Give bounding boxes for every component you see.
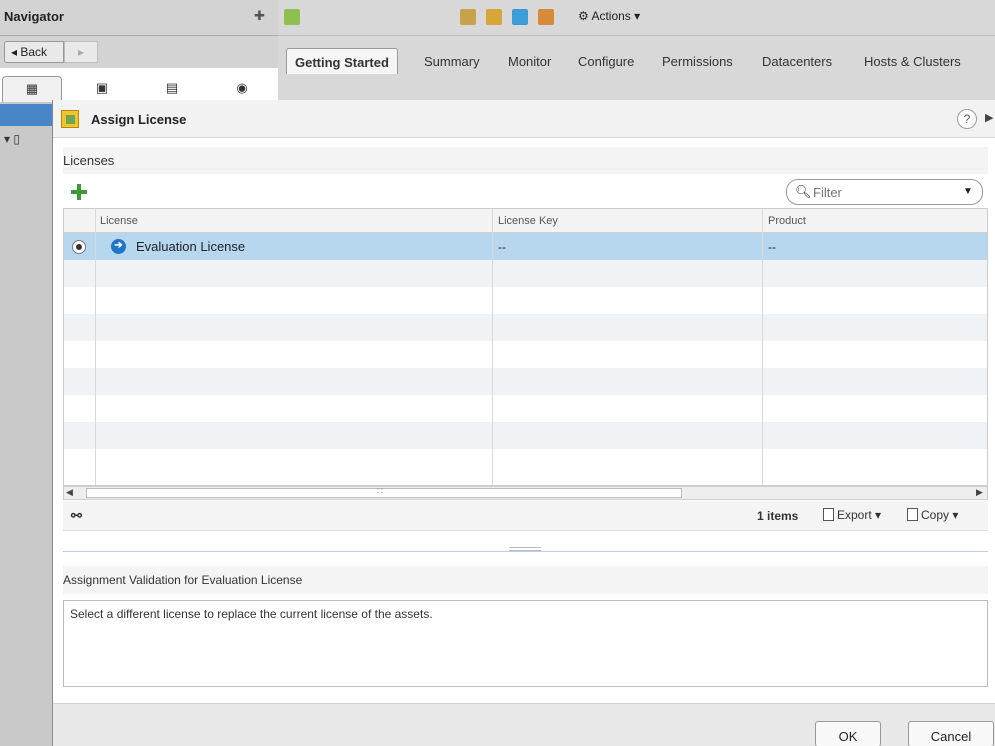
table-row[interactable]: ➔ Evaluation License -- --: [64, 233, 987, 260]
dialog-button-bar: OK Cancel: [53, 703, 995, 746]
add-host-icon[interactable]: [460, 9, 476, 25]
navigator-tabs: ▦ ▣ ▤ ◉: [0, 72, 278, 102]
export-icon: [823, 508, 834, 521]
empty-table-row: [64, 449, 987, 476]
networking-nav-icon[interactable]: ◉: [212, 76, 272, 102]
export-label: Export ▾: [837, 508, 882, 522]
tree-selected-node[interactable]: [0, 104, 52, 126]
column-header-product[interactable]: Product: [768, 215, 806, 227]
navigator-title: Navigator: [4, 9, 64, 24]
column-divider: [492, 209, 493, 485]
vms-templates-nav-icon[interactable]: ▣: [72, 76, 132, 102]
empty-table-row: [64, 341, 987, 368]
expand-icon[interactable]: ▶: [985, 111, 993, 124]
dialog-header: Assign License ? ▶: [53, 100, 995, 138]
validation-title: Assignment Validation for Evaluation Lic…: [63, 573, 303, 587]
navigator-panel: [0, 102, 52, 746]
validation-message: Select a different license to replace th…: [70, 607, 433, 621]
empty-table-row: [64, 395, 987, 422]
tree-expand-icon[interactable]: ▾ ▯: [4, 132, 20, 146]
column-divider: [95, 209, 96, 485]
empty-table-row: [64, 287, 987, 314]
license-icon: [61, 110, 79, 128]
license-name-cell: Evaluation License: [136, 239, 246, 254]
filter-input[interactable]: [813, 183, 953, 201]
hosts-clusters-nav-icon[interactable]: ▦: [2, 76, 62, 102]
copy-icon: [907, 508, 918, 521]
validation-message-box: Select a different license to replace th…: [63, 600, 988, 687]
chevron-down-icon[interactable]: ▼: [963, 186, 973, 197]
pin-icon[interactable]: ✚: [254, 8, 265, 24]
search-icon: 🔍︎: [795, 184, 812, 199]
items-count: 1 items: [757, 509, 799, 523]
tab-monitor[interactable]: Monitor: [500, 48, 559, 74]
table-header: License License Key Product: [64, 209, 987, 233]
dialog-title: Assign License: [91, 112, 187, 127]
grip-icon: ∷: [377, 486, 383, 496]
scroll-right-icon[interactable]: ▶: [976, 487, 983, 498]
actions-menu-button[interactable]: ⚙ Actions ▾: [578, 9, 640, 23]
horizontal-scrollbar[interactable]: ◀ ∷ ▶: [63, 486, 988, 500]
empty-table-row: [64, 422, 987, 449]
empty-table-row: [64, 314, 987, 341]
tab-permissions[interactable]: Permissions: [654, 48, 741, 74]
storage-nav-icon[interactable]: ▤: [142, 76, 202, 102]
help-icon[interactable]: ?: [957, 109, 977, 129]
cancel-button[interactable]: Cancel: [908, 721, 994, 746]
tab-summary[interactable]: Summary: [416, 48, 488, 74]
license-key-cell: --: [498, 240, 506, 254]
empty-table-row: [64, 260, 987, 287]
scrollbar-thumb[interactable]: ∷: [86, 486, 682, 498]
row-radio-button[interactable]: [72, 240, 86, 254]
forward-button[interactable]: ▸: [64, 41, 98, 63]
empty-table-row: [64, 368, 987, 395]
deploy-vm-icon[interactable]: [512, 9, 528, 25]
column-divider: [762, 209, 763, 485]
column-header-license-key[interactable]: License Key: [498, 215, 558, 227]
gear-icon: ⚙: [578, 9, 592, 23]
add-license-icon[interactable]: [71, 184, 87, 200]
tab-datacenters[interactable]: Datacenters: [754, 48, 840, 74]
tab-hosts-clusters[interactable]: Hosts & Clusters: [856, 48, 969, 74]
export-button[interactable]: Export ▾: [823, 508, 881, 522]
validation-section-header: Assignment Validation for Evaluation Lic…: [63, 566, 988, 594]
column-header-license[interactable]: License: [100, 215, 138, 227]
binoculars-icon[interactable]: ⚯: [71, 508, 82, 524]
licenses-section-title: Licenses: [63, 153, 115, 168]
copy-button[interactable]: Copy ▾: [907, 508, 958, 522]
licenses-table: License License Key Product ➔ Evaluation…: [63, 208, 988, 486]
navigator-history-bar: ◂ Back ▸: [0, 36, 278, 68]
arrow-right-icon: ➔: [111, 239, 126, 254]
permissions-icon[interactable]: [538, 9, 554, 25]
main-toolbar: ⚙ Actions ▾: [278, 0, 995, 36]
filter-field[interactable]: 🔍︎ ▼: [786, 179, 983, 205]
new-folder-icon[interactable]: [486, 9, 502, 25]
main-tab-strip: Getting Started Summary Monitor Configur…: [278, 36, 995, 100]
back-button[interactable]: ◂ Back: [4, 41, 64, 63]
ok-button[interactable]: OK: [815, 721, 881, 746]
product-cell: --: [768, 240, 776, 254]
copy-label: Copy ▾: [921, 508, 959, 522]
tab-getting-started[interactable]: Getting Started: [286, 48, 398, 74]
actions-label: Actions ▾: [591, 9, 641, 23]
table-footer: ⚯ 1 items Export ▾ Copy ▾: [63, 501, 988, 531]
licenses-section-header: Licenses: [63, 147, 988, 174]
scroll-left-icon[interactable]: ◀: [66, 487, 73, 498]
assign-license-dialog: Assign License ? ▶ Licenses 🔍︎ ▼ License…: [52, 100, 995, 746]
tab-configure[interactable]: Configure: [570, 48, 642, 74]
object-icon: [284, 9, 300, 25]
pane-divider: [63, 551, 988, 552]
navigator-header: Navigator ✚: [0, 0, 278, 36]
